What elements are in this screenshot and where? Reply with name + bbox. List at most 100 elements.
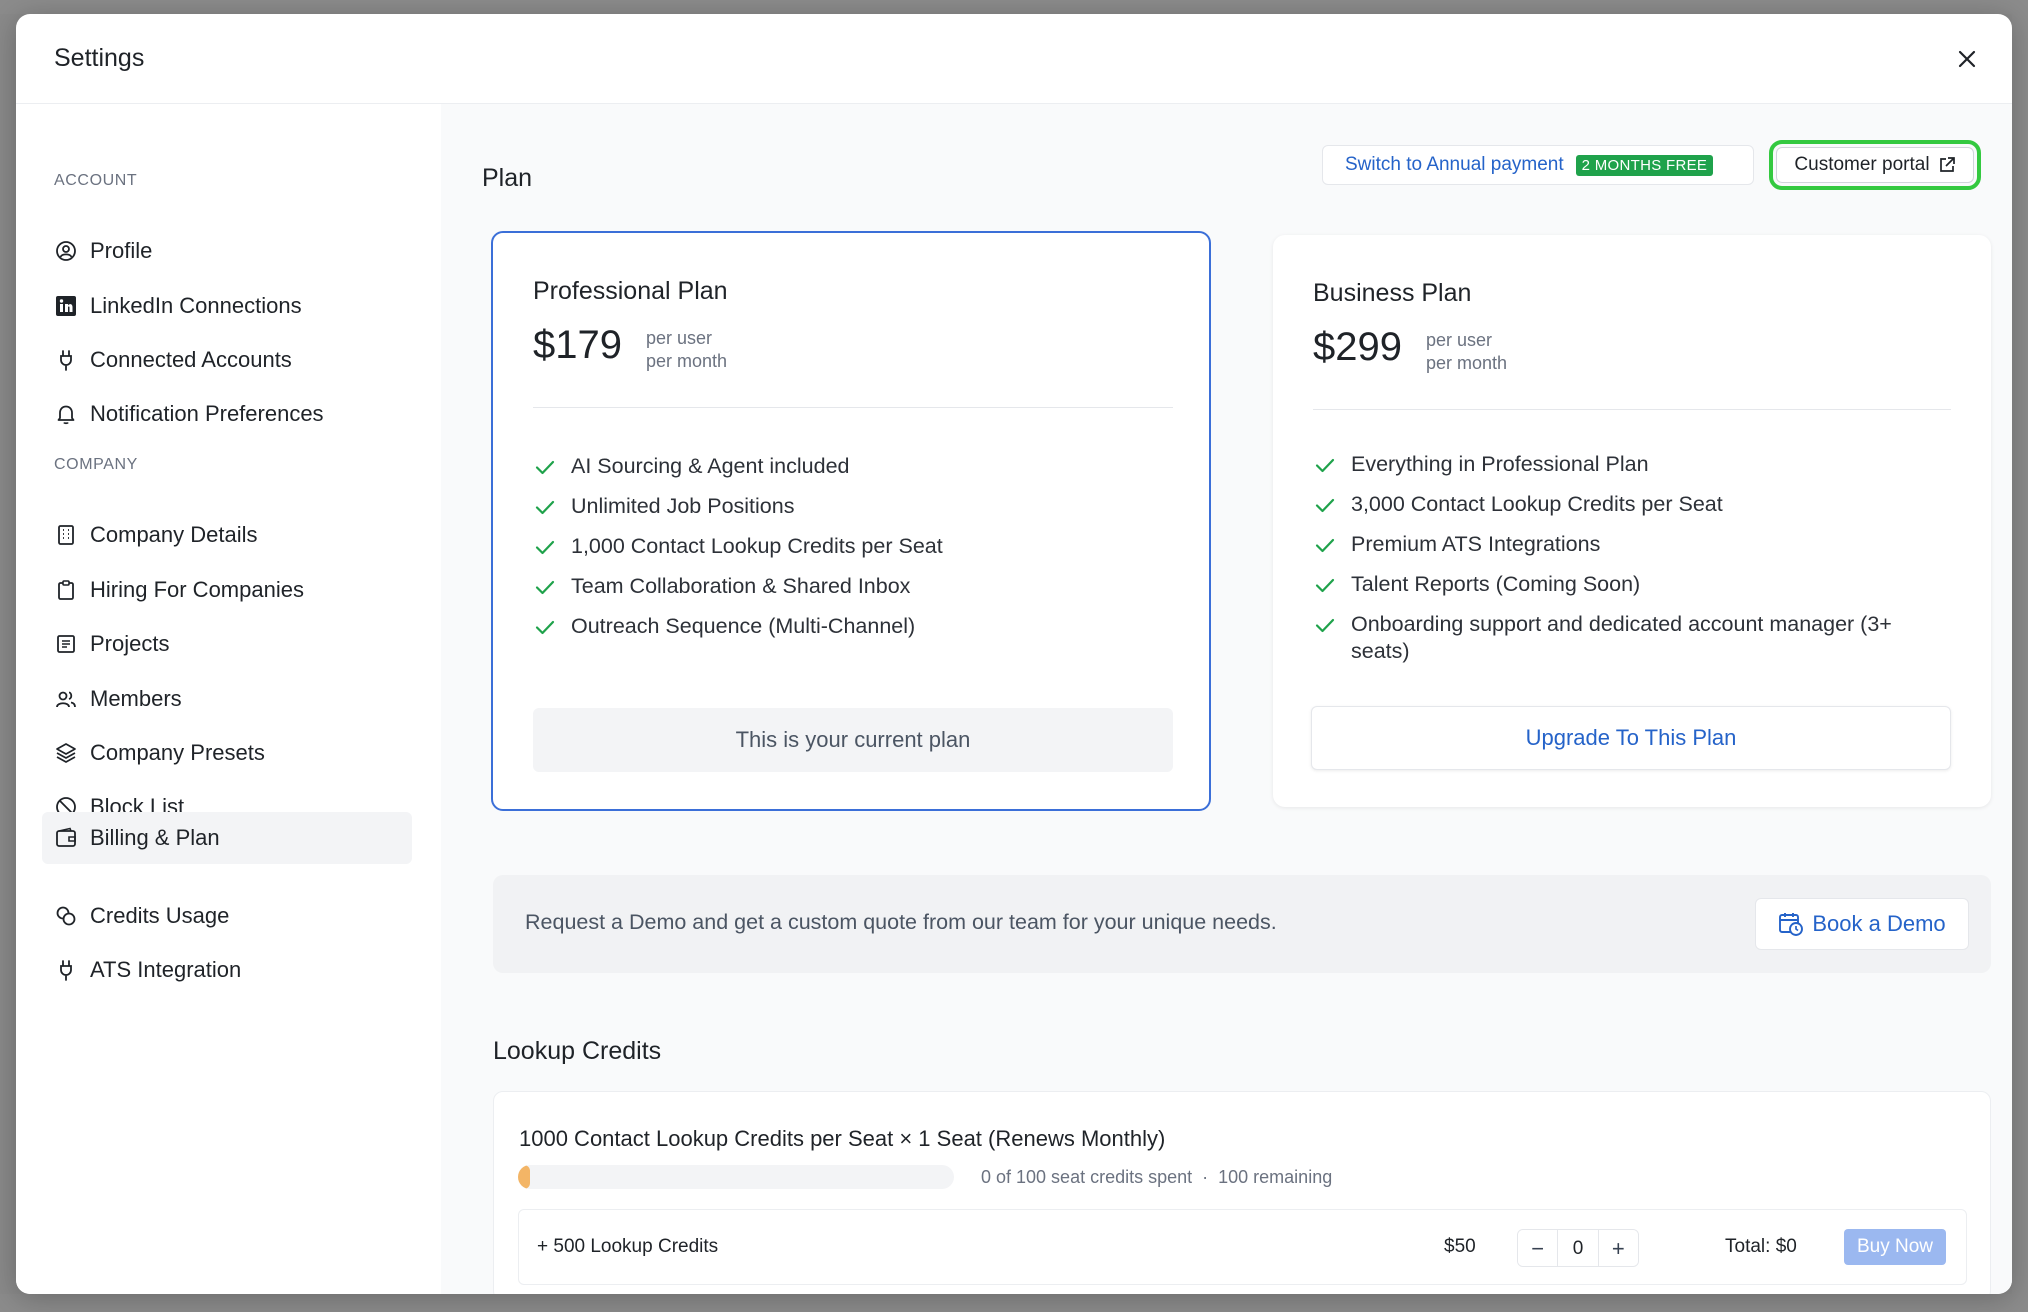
plan-price: $299 [1313, 325, 1402, 369]
buy-now-button[interactable]: Buy Now [1844, 1229, 1946, 1265]
section-label-account: ACCOUNT [54, 172, 138, 189]
book-demo-button[interactable]: Book a Demo [1755, 898, 1969, 950]
quantity-stepper: − 0 + [1517, 1229, 1639, 1267]
sidebar-item-company-presets[interactable]: Company Presets [42, 727, 412, 779]
upgrade-plan-button[interactable]: Upgrade To This Plan [1311, 706, 1951, 770]
check-icon [535, 540, 555, 555]
plan-feature: 1,000 Contact Lookup Credits per Seat [533, 533, 1173, 560]
sidebar-item-label: Members [90, 686, 182, 711]
customer-portal-label: Customer portal [1794, 154, 1930, 175]
plan-feature-list: Everything in Professional Plan 3,000 Co… [1313, 451, 1953, 678]
sidebar-item-company-details[interactable]: Company Details [42, 509, 412, 561]
calendar-clock-icon [1779, 913, 1804, 936]
plan-feature: Talent Reports (Coming Soon) [1313, 571, 1953, 598]
list-icon [54, 632, 78, 656]
sidebar-item-label: Notification Preferences [90, 401, 324, 426]
plan-feature: 3,000 Contact Lookup Credits per Seat [1313, 491, 1953, 518]
decrement-button[interactable]: − [1518, 1230, 1558, 1266]
quantity-value[interactable]: 0 [1557, 1230, 1599, 1266]
lookup-credits-card: 1000 Contact Lookup Credits per Seat × 1… [493, 1091, 1991, 1294]
sidebar-item-label: Company Details [90, 522, 258, 547]
sidebar-item-members[interactable]: Members [42, 673, 412, 725]
increment-button[interactable]: + [1598, 1230, 1638, 1266]
user-circle-icon [54, 239, 78, 263]
lookup-credits-heading: Lookup Credits [493, 1037, 662, 1065]
addon-label: + 500 Lookup Credits [537, 1236, 719, 1257]
sidebar-item-label: ATS Integration [90, 957, 242, 982]
sidebar-item-label: LinkedIn Connections [90, 293, 302, 318]
sidebar-item-linkedin-connections[interactable]: LinkedIn Connections [42, 280, 412, 332]
sidebar-item-profile[interactable]: Profile [42, 225, 412, 277]
request-demo-banner: Request a Demo and get a custom quote fr… [493, 875, 1991, 973]
plan-title: Professional Plan [533, 277, 728, 305]
plan-feature: Everything in Professional Plan [1313, 451, 1953, 478]
sidebar-item-notification-preferences[interactable]: Notification Preferences [42, 388, 412, 440]
coins-icon [54, 904, 78, 928]
sidebar-item-label: Profile [90, 238, 153, 263]
lookup-credits-title: 1000 Contact Lookup Credits per Seat × 1… [519, 1126, 1166, 1151]
close-button[interactable] [1952, 44, 1982, 74]
sidebar-item-credits-usage[interactable]: Credits Usage [42, 890, 412, 942]
plan-feature-list: AI Sourcing & Agent included Unlimited J… [533, 453, 1173, 653]
section-label-company: COMPANY [54, 456, 138, 473]
sidebar-item-projects[interactable]: Projects [42, 618, 412, 670]
close-icon [1958, 50, 1976, 68]
months-free-badge: 2 MONTHS FREE [1575, 154, 1714, 176]
check-icon [1315, 538, 1335, 553]
wallet-icon [54, 826, 78, 850]
sidebar-item-label: Connected Accounts [90, 347, 292, 372]
plan-feature: AI Sourcing & Agent included [533, 453, 1173, 480]
check-icon [1315, 498, 1335, 513]
switch-annual-button[interactable]: Switch to Annual payment 2 MONTHS FREE [1322, 145, 1754, 185]
sidebar-item-ats-integration[interactable]: ATS Integration [42, 944, 412, 996]
sidebar-item-label: Projects [90, 631, 170, 656]
plan-heading: Plan [482, 164, 533, 192]
price-unit-month: per month [646, 351, 728, 371]
credits-progress-fill [518, 1165, 530, 1189]
sidebar-item-label: Company Presets [90, 740, 265, 765]
building-icon [54, 523, 78, 547]
card-divider [1313, 409, 1951, 410]
external-link-icon [1939, 157, 1955, 172]
check-icon [535, 620, 555, 635]
plan-feature: Team Collaboration & Shared Inbox [533, 573, 1173, 600]
sidebar-item-billing-plan[interactable]: Billing & Plan [42, 812, 412, 864]
credits-spent-text: 0 of 100 seat credits spent [981, 1167, 1193, 1187]
settings-modal: Settings ACCOUNT Profile LinkedIn Connec… [16, 14, 2012, 1294]
credits-separator: · [1202, 1167, 1209, 1187]
plan-feature: Outreach Sequence (Multi-Channel) [533, 613, 1173, 640]
sidebar-item-connected-accounts[interactable]: Connected Accounts [42, 334, 412, 386]
book-demo-label: Book a Demo [1812, 911, 1946, 936]
backdrop-app-bottom [0, 1294, 2028, 1312]
modal-header: Settings [16, 14, 2012, 104]
credits-progress-bar [518, 1165, 954, 1189]
backdrop-app [0, 0, 2028, 14]
addon-total: Total: $0 [1725, 1236, 1797, 1257]
layers-icon [54, 741, 78, 765]
plug-icon [54, 958, 78, 982]
settings-sidebar: ACCOUNT Profile LinkedIn Connections Con… [16, 104, 441, 1294]
check-icon [535, 580, 555, 595]
sidebar-item-label: Hiring For Companies [90, 577, 304, 602]
credits-progress-text: 0 of 100 seat credits spent · 100 remainin… [981, 1167, 1332, 1188]
backdrop-app-right [2012, 0, 2028, 1312]
plan-price-unit: per user per month [646, 327, 727, 373]
check-icon [535, 460, 555, 475]
plan-feature: Unlimited Job Positions [533, 493, 1173, 520]
card-divider [533, 407, 1173, 408]
price-unit-month: per month [1426, 353, 1508, 373]
check-icon [1315, 458, 1335, 473]
clipboard-icon [54, 578, 78, 602]
check-icon [535, 500, 555, 515]
billing-main-panel: Plan Switch to Annual payment 2 MONTHS F… [441, 104, 2012, 1294]
users-icon [54, 687, 78, 711]
customer-portal-button[interactable]: Customer portal [1769, 140, 1981, 190]
credits-remaining-text: 100 remaining [1218, 1167, 1333, 1187]
plan-price-unit: per user per month [1426, 329, 1507, 375]
sidebar-item-hiring-for-companies[interactable]: Hiring For Companies [42, 564, 412, 616]
plan-price: $179 [533, 323, 622, 367]
demo-text: Request a Demo and get a custom quote fr… [525, 910, 1277, 934]
addon-price: $50 [1444, 1236, 1476, 1257]
professional-plan-card: Professional Plan $179 per user per mont… [491, 231, 1211, 811]
switch-annual-label: Switch to Annual payment [1345, 154, 1564, 175]
